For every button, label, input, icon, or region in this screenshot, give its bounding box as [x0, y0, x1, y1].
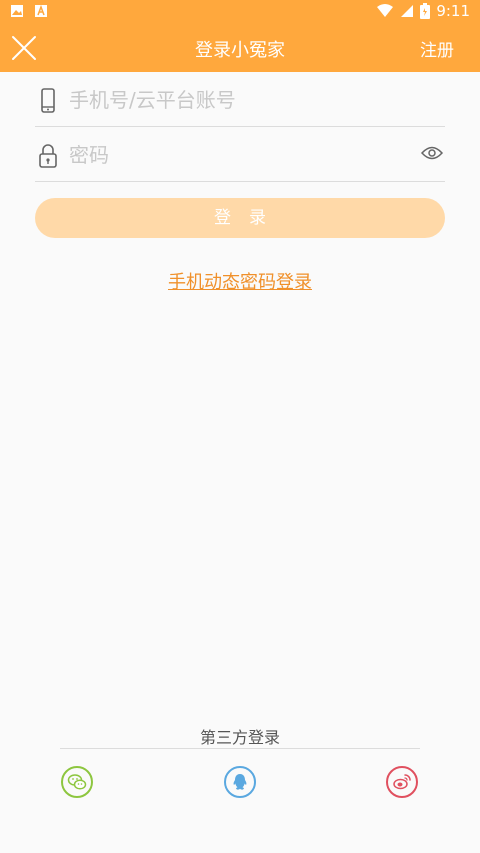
password-field [35, 127, 445, 182]
wechat-login-button[interactable] [61, 766, 93, 798]
third-party-label: 第三方登录 [199, 728, 280, 747]
login-button[interactable]: 登录 [35, 198, 445, 238]
app-notification-icon [35, 4, 47, 17]
phone-icon [41, 88, 55, 113]
image-notification-icon [11, 5, 23, 17]
battery-icon [420, 3, 431, 19]
register-button[interactable]: 注册 [420, 36, 454, 61]
system-status: 9:11 [376, 2, 470, 20]
weibo-icon [393, 774, 411, 790]
weibo-login-button[interactable] [386, 766, 418, 798]
qq-icon [233, 774, 247, 790]
page-title: 登录小冤家 [195, 40, 285, 61]
status-bar: 9:11 [0, 0, 480, 24]
sms-login-link-row: 手机动态密码登录 [0, 268, 480, 294]
password-input[interactable] [69, 137, 409, 173]
lock-icon [39, 144, 57, 168]
notification-icons [10, 4, 48, 18]
phone-field [35, 72, 445, 127]
clock: 9:11 [436, 2, 470, 20]
sms-login-link[interactable]: 手机动态密码登录 [168, 272, 312, 293]
third-party-divider [60, 748, 420, 749]
wifi-icon [377, 4, 394, 17]
app-bar: 登录小冤家 注册 [0, 24, 480, 72]
qq-login-button[interactable] [224, 766, 256, 798]
phone-input[interactable] [69, 82, 409, 118]
wechat-icon [67, 774, 87, 790]
signal-icon [401, 5, 414, 17]
show-password-icon[interactable] [421, 145, 443, 161]
